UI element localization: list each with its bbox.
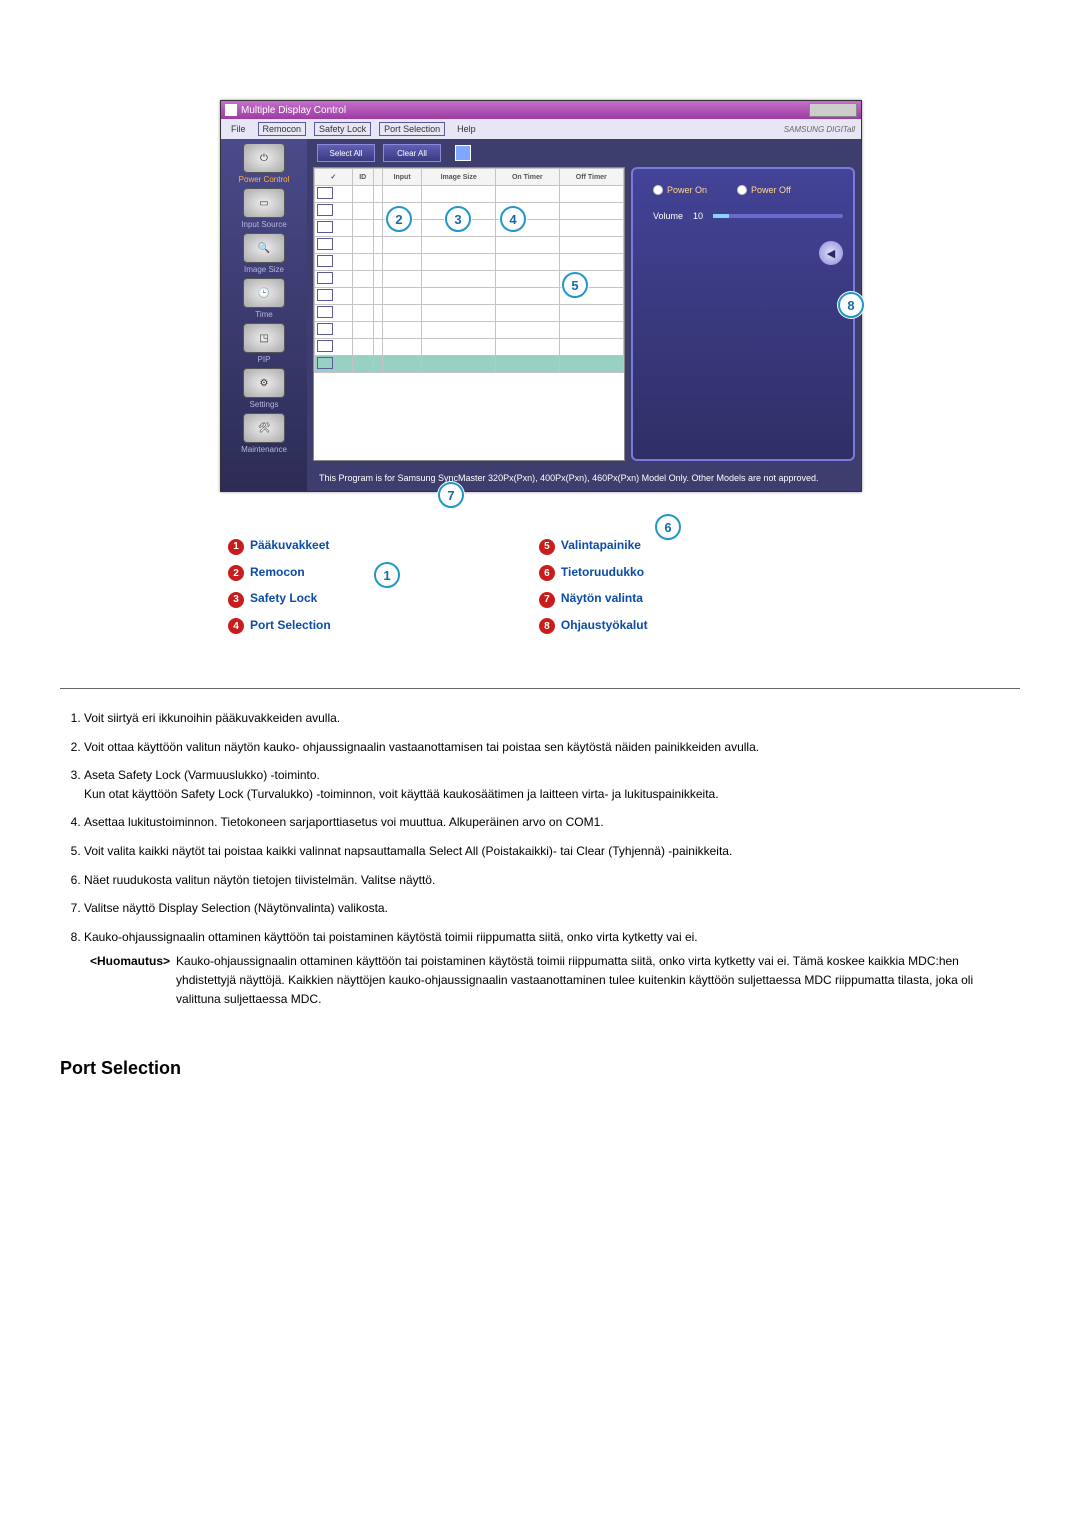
note-7: Valitse näyttö Display Selection (Näytön… xyxy=(84,899,1020,918)
volume-slider[interactable] xyxy=(713,214,843,218)
col-check: ✓ xyxy=(315,169,353,186)
note-5: Voit valita kaikki näytöt tai poistaa ka… xyxy=(84,842,1020,861)
power-icon: ⏻ xyxy=(243,143,285,173)
note-body: Kauko-ohjaussignaalin ottaminen käyttöön… xyxy=(176,952,1020,1008)
note-label: <Huomautus> xyxy=(90,952,170,1008)
callout-2: 2 xyxy=(386,206,412,232)
menu-safety-lock[interactable]: Safety Lock xyxy=(314,122,371,136)
callout-6: 6 xyxy=(655,514,681,540)
col-input: Input xyxy=(382,169,422,186)
menubar: File Remocon Safety Lock Port Selection … xyxy=(221,119,861,139)
toolbar: Select All Clear All xyxy=(307,139,861,167)
table-row[interactable] xyxy=(315,186,624,203)
speaker-icon[interactable]: ◀ xyxy=(819,241,843,265)
legend-3: Safety Lock xyxy=(250,591,317,605)
power-on-radio[interactable]: Power On xyxy=(653,185,707,195)
col-sel xyxy=(373,169,382,186)
section-title: Port Selection xyxy=(60,1058,1020,1079)
window-controls[interactable] xyxy=(809,103,857,117)
app-screenshot: Multiple Display Control File Remocon Sa… xyxy=(220,100,860,492)
sidebar-item-input-source[interactable]: ▭ Input Source xyxy=(229,188,299,229)
pip-icon: ◳ xyxy=(243,323,285,353)
table-row[interactable] xyxy=(315,305,624,322)
legend-table: 1Pääkuvakkeet 5Valintapainike 2Remocon 6… xyxy=(220,532,860,640)
col-ontimer: On Timer xyxy=(495,169,559,186)
col-offtimer: Off Timer xyxy=(559,169,623,186)
menu-port-selection[interactable]: Port Selection xyxy=(379,122,445,136)
menu-file[interactable]: File xyxy=(227,123,250,135)
sidebar-item-pip[interactable]: ◳ PIP xyxy=(229,323,299,364)
menu-remocon[interactable]: Remocon xyxy=(258,122,307,136)
app-icon xyxy=(225,104,237,116)
table-row[interactable] xyxy=(315,322,624,339)
menu-help[interactable]: Help xyxy=(453,123,480,135)
table-row[interactable] xyxy=(315,237,624,254)
sidebar-item-maintenance[interactable]: 🛠 Maintenance xyxy=(229,413,299,454)
legend-2: Remocon xyxy=(250,565,305,579)
legend-8: Ohjaustyökalut xyxy=(561,618,648,632)
note-2: Voit ottaa käyttöön valitun näytön kauko… xyxy=(84,738,1020,757)
note-3: Aseta Safety Lock (Varmuuslukko) -toimin… xyxy=(84,766,1020,803)
titlebar: Multiple Display Control xyxy=(221,101,861,119)
gear-icon: ⚙ xyxy=(243,368,285,398)
legend-6: Tietoruudukko xyxy=(561,565,644,579)
app-window: Multiple Display Control File Remocon Sa… xyxy=(220,100,862,492)
legend-7: Näytön valinta xyxy=(561,591,643,605)
callout-7: 7 xyxy=(438,482,464,508)
callout-8: 8 xyxy=(838,292,864,318)
notes-list: Voit siirtyä eri ikkunoihin pääkuvakkeid… xyxy=(60,709,1020,1008)
sidebar-item-power-control[interactable]: ⏻ Power Control xyxy=(229,143,299,184)
input-source-icon: ▭ xyxy=(243,188,285,218)
clear-all-button[interactable]: Clear All xyxy=(383,144,441,162)
select-all-button[interactable]: Select All xyxy=(317,144,375,162)
table-row[interactable] xyxy=(315,254,624,271)
callout-5: 5 xyxy=(562,272,588,298)
table-row-selected[interactable] xyxy=(315,356,624,373)
note-8: Kauko-ohjaussignaalin ottaminen käyttöön… xyxy=(84,928,1020,1008)
sidebar: ⏻ Power Control ▭ Input Source 🔍 Image S… xyxy=(221,139,307,491)
note-6: Näet ruudukosta valitun näytön tietojen … xyxy=(84,871,1020,890)
note-4: Asettaa lukitustoiminnon. Tietokoneen sa… xyxy=(84,813,1020,832)
callout-1: 1 xyxy=(374,562,400,588)
sidebar-item-image-size[interactable]: 🔍 Image Size xyxy=(229,233,299,274)
control-panel: Power On Power Off Volume 10 ◀ xyxy=(631,167,855,461)
legend-1: Pääkuvakkeet xyxy=(250,538,329,552)
image-size-icon: 🔍 xyxy=(243,233,285,263)
legend-4: Port Selection xyxy=(250,618,331,632)
col-id: ID xyxy=(352,169,373,186)
sidebar-item-time[interactable]: 🕒 Time xyxy=(229,278,299,319)
brand-label: SAMSUNG DIGITall xyxy=(784,125,855,134)
volume-label: Volume xyxy=(653,211,683,221)
app-title: Multiple Display Control xyxy=(241,105,346,116)
footer-note: This Program is for Samsung SyncMaster 3… xyxy=(307,465,861,491)
clock-icon: 🕒 xyxy=(243,278,285,308)
col-image: Image Size xyxy=(422,169,496,186)
callout-3: 3 xyxy=(445,206,471,232)
display-select-icon[interactable] xyxy=(455,145,471,161)
note-1: Voit siirtyä eri ikkunoihin pääkuvakkeid… xyxy=(84,709,1020,728)
volume-value: 10 xyxy=(693,211,703,221)
sidebar-item-settings[interactable]: ⚙ Settings xyxy=(229,368,299,409)
separator xyxy=(60,688,1020,689)
callout-4: 4 xyxy=(500,206,526,232)
table-row[interactable] xyxy=(315,339,624,356)
tools-icon: 🛠 xyxy=(243,413,285,443)
power-off-radio[interactable]: Power Off xyxy=(737,185,791,195)
legend-5: Valintapainike xyxy=(561,538,641,552)
